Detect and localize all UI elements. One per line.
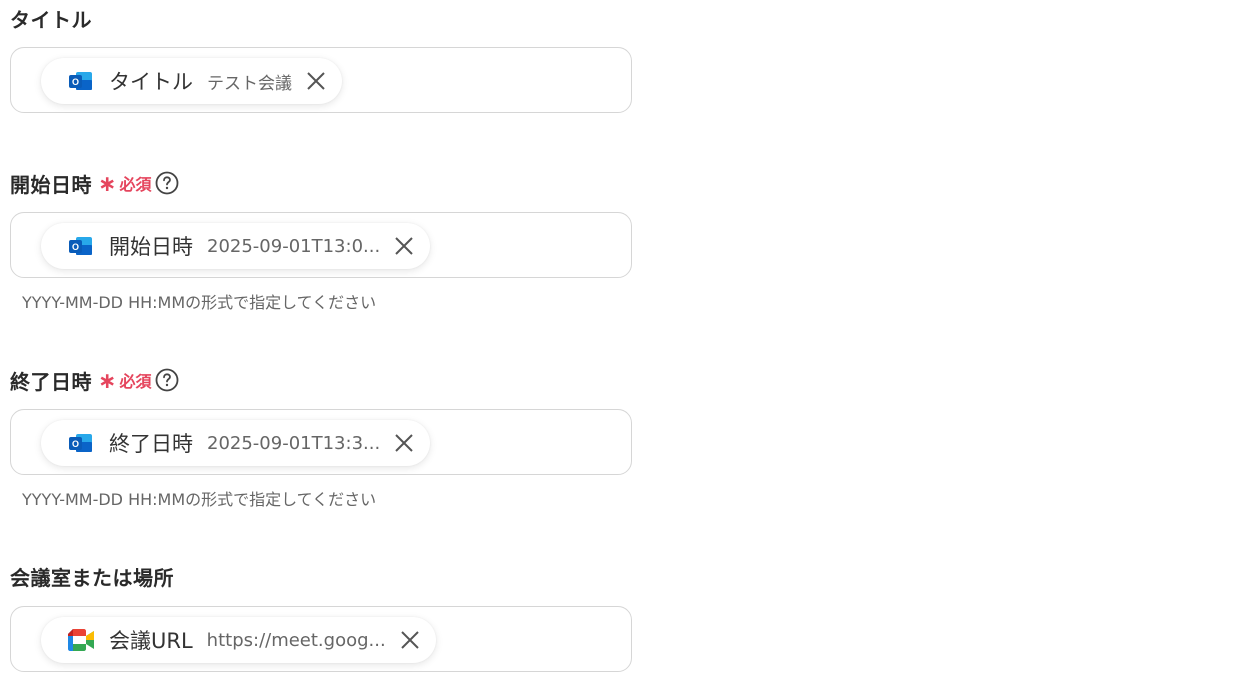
close-icon[interactable] (304, 69, 328, 93)
close-icon[interactable] (392, 431, 416, 455)
location-input[interactable]: 会議URL https://meet.goog... (10, 606, 632, 672)
help-icon[interactable] (155, 368, 179, 392)
chip-name: タイトル (109, 70, 193, 94)
chip-name: 会議URL (109, 629, 193, 653)
field-label: 会議室または場所 (10, 565, 174, 590)
chip-value: 2025-09-01T13:3... (207, 432, 381, 454)
field-label-row: 開始日時 ∗ 必須 (10, 169, 179, 197)
chip-value: 2025-09-01T13:0... (207, 235, 381, 257)
required-badge: 必須 (119, 372, 152, 391)
field-label: 開始日時 (10, 172, 92, 197)
required-asterisk-icon: ∗ (98, 172, 117, 197)
svg-text:O: O (72, 439, 79, 449)
outlook-icon: O (67, 430, 95, 456)
field-label-row: 会議室または場所 (10, 562, 174, 590)
google-meet-icon (67, 627, 95, 653)
variable-chip-start[interactable]: O 開始日時 2025-09-01T13:0... (41, 223, 431, 269)
field-hint: YYYY-MM-DD HH:MMの形式で指定してください (22, 293, 377, 312)
start-datetime-input[interactable]: O 開始日時 2025-09-01T13:0... (10, 212, 632, 278)
help-icon[interactable] (155, 171, 179, 195)
field-label-row: タイトル (10, 4, 92, 32)
close-icon[interactable] (392, 234, 416, 258)
field-end-datetime: 終了日時 ∗ 必須 (10, 366, 179, 394)
field-location: 会議室または場所 (10, 562, 174, 590)
chip-name: 終了日時 (109, 432, 193, 456)
field-label: 終了日時 (10, 369, 92, 394)
field-title: タイトル (10, 4, 92, 32)
outlook-icon: O (67, 233, 95, 259)
chip-value: テスト会議 (207, 73, 292, 94)
end-datetime-input[interactable]: O 終了日時 2025-09-01T13:3... (10, 409, 632, 475)
chip-name: 開始日時 (109, 235, 193, 259)
chip-value: https://meet.goog... (206, 629, 386, 651)
variable-chip-end[interactable]: O 終了日時 2025-09-01T13:3... (41, 420, 431, 466)
title-input[interactable]: O タイトル テスト会議 (10, 47, 632, 113)
variable-chip-title[interactable]: O タイトル テスト会議 (41, 58, 342, 104)
close-icon[interactable] (398, 628, 422, 652)
field-hint: YYYY-MM-DD HH:MMの形式で指定してください (22, 490, 377, 509)
field-label-row: 終了日時 ∗ 必須 (10, 366, 179, 394)
svg-text:O: O (72, 242, 79, 252)
required-badge: 必須 (119, 175, 152, 194)
field-label: タイトル (10, 7, 92, 32)
field-start-datetime: 開始日時 ∗ 必須 (10, 169, 179, 197)
required-asterisk-icon: ∗ (98, 369, 117, 394)
svg-text:O: O (72, 77, 79, 87)
variable-chip-location[interactable]: 会議URL https://meet.goog... (41, 617, 436, 663)
outlook-icon: O (67, 68, 95, 94)
